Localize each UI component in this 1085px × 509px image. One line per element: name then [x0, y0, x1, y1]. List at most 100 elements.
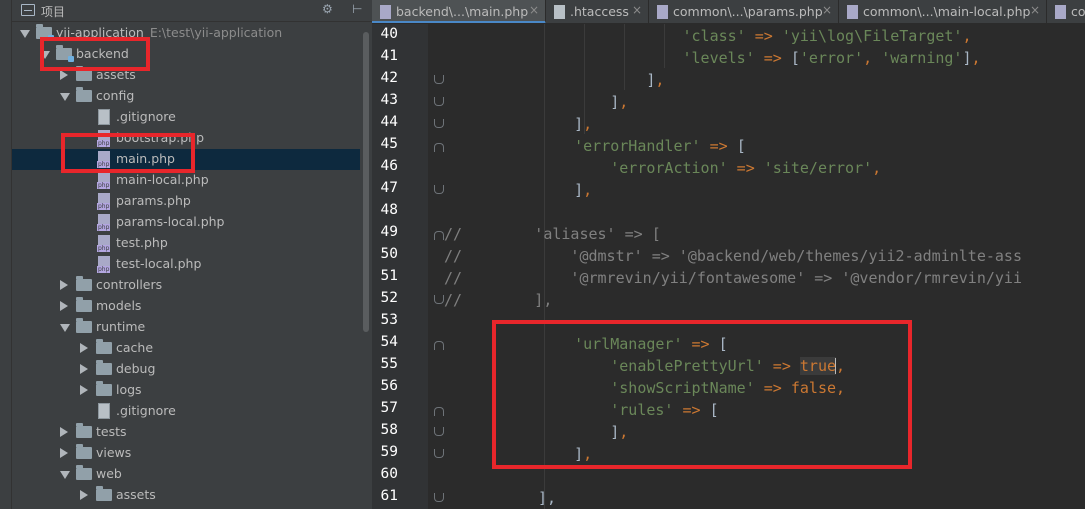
code-token: ,: [962, 27, 972, 45]
scrollbar-thumb[interactable]: [363, 32, 369, 332]
line-number: 40: [380, 26, 398, 42]
close-tab-icon[interactable]: ×: [632, 3, 642, 17]
folder-icon: [96, 381, 112, 396]
project-view-icon[interactable]: [21, 4, 35, 16]
settings-gear-icon[interactable]: ⚙: [322, 2, 333, 16]
line-number: 53: [380, 312, 398, 328]
code-line[interactable]: // '@dmstr' => '@backend/web/themes/yii2…: [444, 245, 1022, 267]
editor-tab[interactable]: common\...\params.php ×: [649, 0, 839, 23]
editor-tab[interactable]: backend\...\main.php ×: [372, 0, 546, 23]
tree-item-runtime[interactable]: runtime: [12, 317, 360, 338]
editor-tab[interactable]: common\...\main-local.php ×: [839, 0, 1047, 23]
tree-item-gitignore[interactable]: .gitignore: [12, 107, 360, 128]
collapse-arrow-icon[interactable]: [60, 471, 70, 479]
tree-item-label: web: [96, 466, 122, 481]
code-line[interactable]: ],: [538, 91, 628, 113]
tree-item-gitignore[interactable]: .gitignore: [12, 401, 360, 422]
line-number: 55: [380, 356, 398, 372]
tree-item-params-local-php[interactable]: params-local.php: [12, 212, 360, 233]
code-editor[interactable]: 40 41 42 43 44 45 46 47 48 49 50 51 52 53 54 55 56 57 58 59…: [372, 24, 1085, 509]
collapse-arrow-icon[interactable]: [60, 93, 70, 101]
expand-arrow-icon[interactable]: [60, 301, 68, 311]
tree-item-assets[interactable]: assets: [12, 65, 360, 86]
code-token: ]: [538, 93, 620, 111]
folder-icon: [76, 318, 92, 333]
code-token: // '@rmrevin/yii/fontawesome' => '@vendo…: [444, 269, 1022, 287]
expand-arrow-icon[interactable]: [80, 490, 88, 500]
code-line[interactable]: 'class' => 'yii\log\FileTarget',: [538, 25, 972, 47]
project-panel-header: 项目 ⚙ ⊢: [12, 0, 372, 22]
tree-item-backend[interactable]: backend: [12, 44, 360, 65]
code-line[interactable]: 'rules' => [: [538, 399, 718, 421]
code-line[interactable]: ],: [538, 179, 592, 201]
tree-item-web[interactable]: web: [12, 464, 360, 485]
code-line[interactable]: // '@rmrevin/yii/fontawesome' => '@vendo…: [444, 267, 1022, 289]
tree-item-controllers[interactable]: controllers: [12, 275, 360, 296]
tree-item-main-local-php[interactable]: main-local.php: [12, 170, 360, 191]
code-token: ,: [583, 115, 593, 133]
code-line[interactable]: // 'aliases' => [: [444, 223, 661, 245]
code-line[interactable]: 'enablePrettyUrl' => true,: [538, 355, 845, 377]
folder-icon: [96, 339, 112, 354]
code-token: 'errorHandler': [574, 137, 701, 155]
project-tree-scrollbar[interactable]: [360, 22, 372, 509]
expand-arrow-icon[interactable]: [80, 364, 88, 374]
tree-item-config[interactable]: config: [12, 86, 360, 107]
close-tab-icon[interactable]: ×: [1030, 3, 1040, 17]
code-line[interactable]: ],: [538, 113, 592, 135]
collapse-arrow-icon[interactable]: [40, 51, 50, 59]
tree-item-yii-application[interactable]: yii-application E:\test\yii-application: [12, 23, 360, 44]
tree-item-label: params-local.php: [116, 214, 225, 229]
expand-arrow-icon[interactable]: [60, 280, 68, 290]
tree-item-assets[interactable]: assets: [12, 485, 360, 506]
code-line[interactable]: 'urlManager' => [: [538, 333, 728, 355]
project-panel-title[interactable]: 项目: [41, 3, 65, 20]
code-line[interactable]: 'levels' => ['error', 'warning'],: [538, 47, 981, 69]
editor-tab[interactable]: .htaccess ×: [546, 0, 649, 23]
collapse-arrow-icon[interactable]: [20, 30, 30, 38]
tab-label: backend\...\main.php: [396, 4, 529, 19]
code-token: // '@dmstr' => '@backend/web/themes/yii2…: [444, 247, 1022, 265]
code-line[interactable]: ],: [538, 443, 592, 465]
tree-item-test-local-php[interactable]: test-local.php: [12, 254, 360, 275]
editor-tab[interactable]: co: [1047, 0, 1085, 23]
tree-item-logs[interactable]: logs: [12, 380, 360, 401]
code-line[interactable]: ],: [538, 421, 628, 443]
tree-item-debug[interactable]: debug: [12, 359, 360, 380]
code-token: ,: [836, 357, 846, 375]
tree-item-label: controllers: [96, 277, 163, 292]
tool-window-strip[interactable]: [0, 0, 12, 509]
expand-arrow-icon[interactable]: [80, 385, 88, 395]
code-token: =>: [727, 159, 764, 177]
hide-panel-icon[interactable]: ⊢: [352, 2, 362, 16]
tree-item-models[interactable]: models: [12, 296, 360, 317]
expand-arrow-icon[interactable]: [60, 448, 68, 458]
root-path: E:\test\yii-application: [149, 25, 283, 40]
close-tab-icon[interactable]: ×: [529, 3, 539, 17]
code-area[interactable]: 'class' => 'yii\log\FileTarget', 'levels…: [428, 24, 1085, 509]
code-token: =>: [763, 357, 800, 375]
tree-item-label: models: [96, 298, 142, 313]
expand-arrow-icon[interactable]: [80, 343, 88, 353]
tree-item-params-php[interactable]: params.php: [12, 191, 360, 212]
code-line[interactable]: ],: [538, 487, 556, 509]
tree-item-cache[interactable]: cache: [12, 338, 360, 359]
collapse-arrow-icon[interactable]: [60, 324, 70, 332]
code-line[interactable]: 'showScriptName' => false,: [538, 377, 845, 399]
tree-item-views[interactable]: views: [12, 443, 360, 464]
code-line[interactable]: 'errorAction' => 'site/error',: [538, 157, 881, 179]
code-line[interactable]: ],: [538, 69, 664, 91]
code-token: 'enablePrettyUrl': [610, 357, 764, 375]
tree-item-test-php[interactable]: test.php: [12, 233, 360, 254]
close-tab-icon[interactable]: ×: [822, 3, 832, 17]
expand-arrow-icon[interactable]: [60, 70, 68, 80]
code-line[interactable]: // ],: [444, 289, 552, 311]
code-token: =>: [745, 27, 782, 45]
tree-item-tests[interactable]: tests: [12, 422, 360, 443]
php-file-icon: [657, 5, 668, 19]
expand-arrow-icon[interactable]: [60, 427, 68, 437]
code-line[interactable]: 'errorHandler' => [: [538, 135, 746, 157]
tree-item-bootstrap-php[interactable]: bootstrap.php: [12, 128, 360, 149]
tree-item-main-php[interactable]: main.php: [12, 149, 360, 170]
